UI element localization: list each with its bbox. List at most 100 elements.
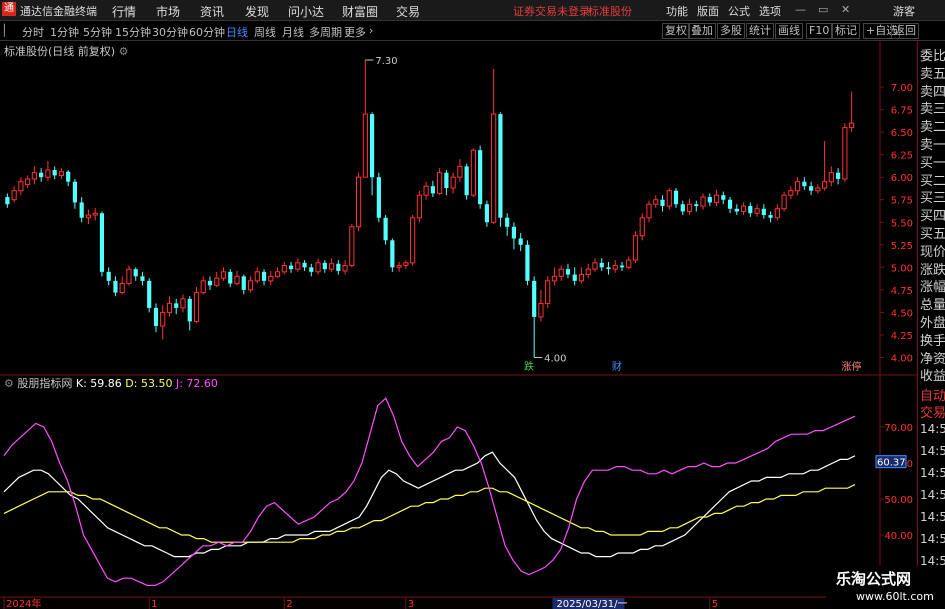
quote-field-15[interactable]: 外盘	[920, 312, 945, 331]
chart-settings-icon[interactable]: ⚙	[119, 45, 129, 58]
candle-body-2	[18, 181, 24, 192]
candle-body-9	[66, 171, 71, 182]
candle-body-5	[39, 172, 44, 178]
candle-body-59	[403, 262, 409, 267]
quote-field-7[interactable]: 买二	[920, 170, 945, 189]
candle-body-35	[241, 276, 246, 290]
candle-body-124	[842, 127, 848, 180]
candle-body-102	[694, 204, 699, 207]
trade-login-warning[interactable]: 证券交易未登录	[513, 3, 590, 19]
menu-market-quotes[interactable]: 行情	[112, 3, 136, 20]
candle-body-33	[228, 271, 233, 284]
adjust-button[interactable]: 复权	[662, 23, 690, 39]
statistics-button[interactable]: 统计	[746, 23, 774, 39]
candle-body-62	[423, 185, 429, 196]
chart-area[interactable]: 7.30 4.00 4.00 4.25 4.50 4.75 5.00 5.25 5.50 5.7…	[0, 41, 917, 609]
indicator-j-value: J: 72.60	[175, 377, 218, 390]
candle-body-78	[532, 280, 537, 317]
period-more[interactable]: 更多	[344, 24, 366, 40]
price-tick-label-4: 5.00	[891, 263, 913, 274]
candle-body-53	[362, 113, 368, 178]
quote-field-11[interactable]: 现价	[920, 241, 945, 260]
candle-body-19	[133, 269, 138, 277]
menu-discover[interactable]: 发现	[245, 3, 269, 20]
quote-field-8[interactable]: 买三	[920, 187, 945, 206]
tick-time-4: 14:56	[920, 510, 945, 524]
current-value-label: 60.37	[877, 458, 906, 469]
multi-stock-button[interactable]: 多股	[717, 23, 745, 39]
period-15min[interactable]: 15分钟	[115, 24, 151, 40]
period-60min[interactable]: 60分钟	[189, 24, 225, 40]
guest-label[interactable]: 游客	[893, 3, 915, 19]
quote-field-2[interactable]: 卖四	[920, 81, 945, 100]
quote-field-6[interactable]: 买一	[920, 152, 945, 171]
draw-line-button[interactable]: 画线	[775, 23, 803, 39]
menu-options[interactable]: 选项	[759, 3, 781, 19]
candle-body-31	[214, 277, 220, 286]
menu-layout[interactable]: 版面	[697, 3, 719, 19]
candle-body-16	[113, 280, 118, 293]
price-tick-label-1: 4.25	[891, 331, 913, 342]
quote-side-panel: 委比 卖五 卖四 卖三 卖二 卖一 买一 买二 买三 买四 买五 现价 涨跌 涨幅 总量 外盘 换手 净资 收益 自…	[917, 41, 945, 609]
indicator-k-value: K: 59.86	[75, 377, 122, 390]
menu-function[interactable]: 功能	[666, 3, 688, 19]
candle-body-81	[551, 275, 558, 282]
quote-field-3[interactable]: 卖三	[920, 98, 945, 117]
menu-wealth-circle[interactable]: 财富圈	[342, 3, 378, 20]
quote-field-14[interactable]: 总量	[920, 294, 945, 313]
quote-field-0[interactable]: 委比	[920, 45, 945, 64]
period-5min[interactable]: 5分钟	[83, 24, 112, 40]
candle-body-118	[802, 181, 807, 187]
candle-body-54	[369, 114, 375, 178]
candle-body-99	[673, 190, 679, 205]
period-monthly[interactable]: 月线	[282, 24, 304, 40]
quote-field-5[interactable]: 卖一	[920, 134, 945, 153]
period-intraday[interactable]: 分时	[22, 24, 44, 40]
back-button[interactable]: 返回	[891, 23, 919, 39]
menu-market[interactable]: 市场	[156, 3, 180, 20]
quote-field-1[interactable]: 卖五	[920, 63, 945, 82]
candle-body-38	[261, 271, 267, 281]
candle-body-60	[410, 217, 416, 264]
candle-body-7	[52, 169, 57, 176]
quote-field-10[interactable]: 买五	[920, 223, 945, 242]
menu-trade[interactable]: 交易	[396, 3, 420, 20]
menu-formula[interactable]: 公式	[728, 3, 750, 19]
candle-body-43	[295, 262, 301, 270]
period-1min[interactable]: 1分钟	[50, 24, 79, 40]
candle-body-14	[99, 213, 105, 272]
quote-field-13[interactable]: 涨幅	[920, 276, 945, 295]
ind-tick-label-2: 50.00	[884, 495, 913, 506]
f10-button[interactable]: F10	[806, 23, 833, 39]
mark-button[interactable]: 标记	[832, 23, 860, 39]
menu-news[interactable]: 资讯	[200, 3, 224, 20]
high-price-label: 7.30	[375, 56, 397, 67]
candle-body-3	[25, 178, 31, 185]
quote-field-17[interactable]: 净资	[920, 348, 945, 367]
period-daily[interactable]: 日线	[226, 24, 248, 40]
quote-field-16[interactable]: 换手	[920, 330, 945, 349]
quote-field-4[interactable]: 卖二	[920, 116, 945, 135]
indicator-name[interactable]: 股朋指标网	[17, 377, 72, 390]
menu-ask-xiaoda[interactable]: 问小达	[288, 3, 324, 20]
minimize-icon[interactable]: —	[795, 3, 806, 16]
indicator-settings-icon[interactable]: ⚙	[4, 377, 14, 390]
candle-body-80	[545, 280, 551, 304]
close-icon[interactable]: ✕	[841, 3, 850, 16]
trade-label[interactable]: 交易	[920, 402, 945, 421]
quote-field-9[interactable]: 买四	[920, 205, 945, 224]
period-multi[interactable]: 多周期	[309, 24, 342, 40]
overlay-button[interactable]: 叠加	[688, 23, 716, 39]
more-arrow-icon[interactable]: ›	[369, 24, 373, 37]
candle-body-25	[174, 303, 179, 308]
candle-body-83	[565, 269, 571, 275]
period-30min[interactable]: 30分钟	[152, 24, 188, 40]
quote-field-12[interactable]: 涨跌	[920, 259, 945, 278]
candle-body-48	[328, 263, 335, 270]
quote-field-18[interactable]: 收益	[920, 365, 945, 384]
restore-icon[interactable]: ▭	[818, 3, 828, 16]
period-weekly[interactable]: 周线	[254, 24, 276, 40]
candle-body-105	[713, 194, 720, 203]
marker-limit-up: 涨停	[841, 360, 861, 373]
candle-body-32	[220, 271, 227, 279]
